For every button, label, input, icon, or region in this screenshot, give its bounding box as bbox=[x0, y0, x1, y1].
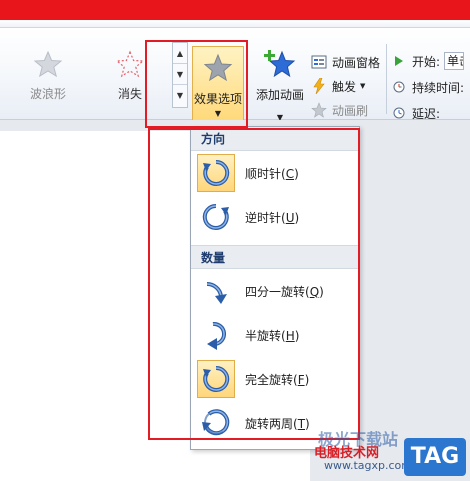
tab-strip bbox=[0, 20, 470, 28]
clock-icon bbox=[392, 81, 406, 93]
trigger-label: 触发 bbox=[332, 79, 357, 94]
wave-star-icon bbox=[33, 50, 63, 78]
delay-label: 延迟: bbox=[412, 106, 441, 121]
chevron-down-icon: ▼ bbox=[360, 82, 366, 90]
add-animation-label: 添加动画 bbox=[255, 88, 304, 102]
highlight-menu bbox=[148, 128, 360, 440]
duration-row: 持续时间: bbox=[392, 74, 470, 100]
animation-painter-icon bbox=[310, 101, 328, 119]
gallery-item-label: 波浪形 bbox=[29, 87, 66, 101]
advanced-animation-group: 动画窗格 触发 ▼ 动画刷 bbox=[310, 50, 386, 122]
timing-group: 开始: 单击 持续时间: 延迟: bbox=[392, 48, 470, 126]
animation-painter-label: 动画刷 bbox=[332, 103, 369, 118]
tag-logo: TAG bbox=[404, 438, 466, 476]
start-select[interactable]: 单击 bbox=[444, 52, 465, 70]
animation-pane-button[interactable]: 动画窗格 bbox=[310, 50, 386, 74]
trigger-button[interactable]: 触发 ▼ bbox=[310, 74, 386, 98]
group-separator bbox=[386, 44, 387, 114]
add-animation-button[interactable]: 添加动画 ▼ bbox=[252, 48, 308, 122]
watermark-url: www.tagxp.com bbox=[324, 459, 412, 472]
lightning-icon bbox=[310, 77, 328, 95]
duration-label: 持续时间: bbox=[412, 80, 465, 95]
animation-painter-button[interactable]: 动画刷 bbox=[310, 98, 386, 122]
animation-pane-icon bbox=[310, 53, 328, 71]
highlight-effect-options bbox=[145, 40, 248, 128]
disappear-star-icon bbox=[115, 50, 145, 78]
title-bar bbox=[0, 0, 470, 20]
add-animation-star-icon bbox=[264, 50, 296, 78]
start-row: 开始: 单击 bbox=[392, 48, 470, 74]
play-icon bbox=[392, 56, 406, 66]
delay-clock-icon bbox=[392, 107, 406, 119]
gallery-item-wave[interactable]: 波浪形 bbox=[18, 50, 78, 102]
animation-pane-label: 动画窗格 bbox=[332, 55, 381, 70]
start-label: 开始: bbox=[412, 54, 441, 69]
